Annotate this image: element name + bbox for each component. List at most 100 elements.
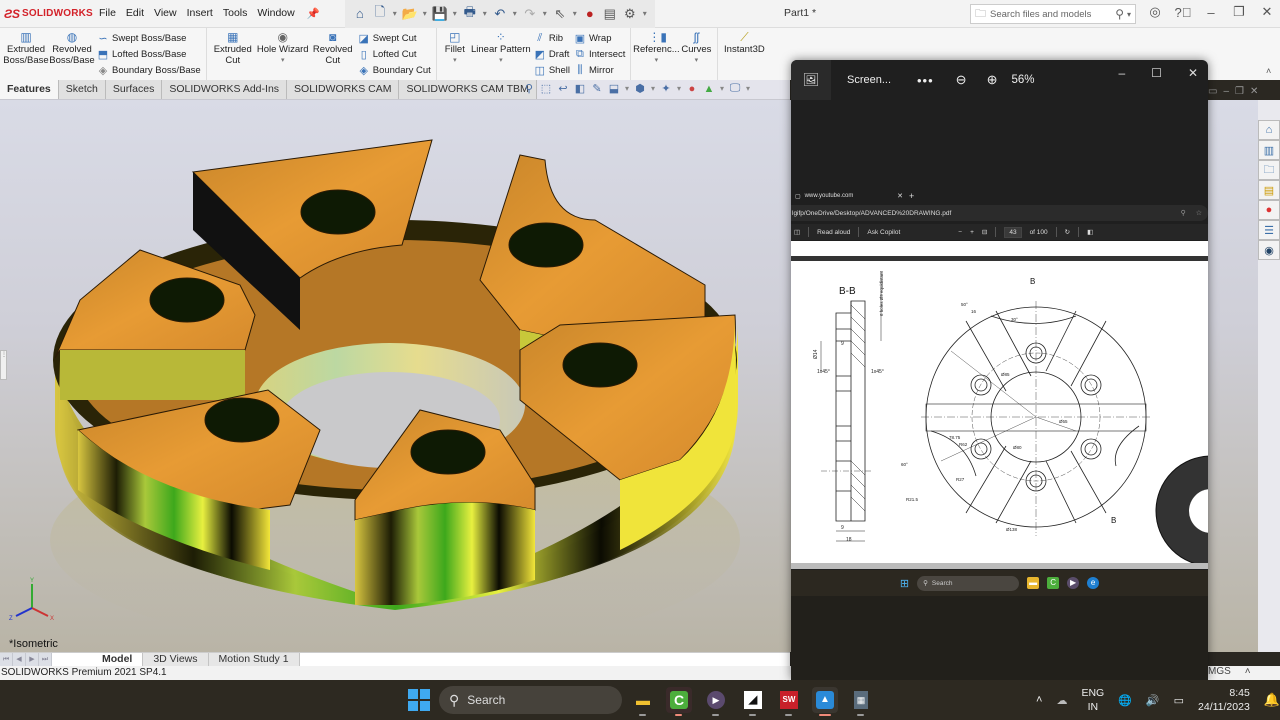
appearances-icon[interactable]: ● bbox=[1258, 200, 1280, 220]
new-document-icon[interactable]: 🗋 bbox=[371, 4, 389, 23]
view-orientation-icon[interactable]: ⬓ bbox=[607, 82, 621, 95]
show-hidden-icons[interactable]: ˄ bbox=[1036, 694, 1042, 706]
previous-view-icon[interactable]: ↩ bbox=[556, 82, 570, 95]
clock[interactable]: 8:45 24/11/2023 bbox=[1198, 686, 1250, 714]
file-explorer-taskbar-icon[interactable]: ▬ bbox=[630, 687, 656, 716]
zoom-to-area-icon[interactable]: ⬚ bbox=[539, 82, 553, 95]
search-files-input[interactable]: 🗀 Search files and models ⚲ ▾ bbox=[970, 4, 1136, 24]
zoom-level[interactable]: 56% bbox=[1011, 74, 1034, 86]
lofted-cut-button[interactable]: ▯ Lofted Cut bbox=[358, 47, 431, 62]
tab-model[interactable]: Model bbox=[92, 653, 144, 666]
solidworks-taskbar-icon[interactable]: SW bbox=[776, 687, 802, 716]
apply-scene-icon[interactable]: ▲ bbox=[702, 83, 716, 95]
view-palette-icon[interactable]: ▤ bbox=[1258, 180, 1280, 200]
view-settings-dropdown[interactable]: ▾ bbox=[745, 84, 751, 93]
display-style-icon[interactable]: ⬢ bbox=[633, 82, 647, 95]
onedrive-icon[interactable]: ☁ bbox=[1056, 694, 1067, 707]
start-button[interactable] bbox=[408, 689, 430, 711]
photos-minimize-icon[interactable]: – bbox=[1118, 66, 1125, 80]
document-minimize-icon[interactable]: – bbox=[1223, 86, 1229, 97]
tab-features[interactable]: Features bbox=[0, 80, 59, 99]
undo-icon[interactable]: ↶ bbox=[491, 5, 509, 23]
file-properties-icon[interactable]: ▤ bbox=[601, 5, 619, 23]
swept-boss-button[interactable]: ∽ Swept Boss/Base bbox=[97, 31, 201, 46]
reference-dropdown[interactable]: ▾ bbox=[655, 56, 659, 64]
network-icon[interactable]: 🌐 bbox=[1118, 694, 1132, 707]
solidworks-resources-icon[interactable]: ⌂ bbox=[1258, 120, 1280, 140]
tab-cam[interactable]: SOLIDWORKS CAM bbox=[287, 80, 400, 99]
boundary-cut-button[interactable]: ◈ Boundary Cut bbox=[358, 63, 431, 78]
curves-dropdown[interactable]: ▾ bbox=[695, 56, 699, 64]
open-icon[interactable]: 📂 bbox=[401, 5, 419, 23]
options-icon[interactable]: ⚙ bbox=[621, 5, 639, 23]
lofted-boss-button[interactable]: ⬒ Lofted Boss/Base bbox=[97, 47, 201, 62]
linear-pattern-dropdown[interactable]: ▾ bbox=[499, 56, 503, 64]
menu-file[interactable]: File bbox=[94, 7, 121, 20]
home-icon[interactable]: ⌂ bbox=[351, 5, 369, 23]
user-account-icon[interactable]: ◎ bbox=[1146, 4, 1164, 20]
battery-icon[interactable]: ▭ bbox=[1174, 694, 1184, 707]
photos-maximize-icon[interactable]: ☐ bbox=[1151, 66, 1162, 80]
section-view-icon[interactable]: ◧ bbox=[573, 82, 587, 95]
fillet-dropdown[interactable]: ▾ bbox=[453, 56, 457, 64]
zoom-out-icon[interactable]: ⊖ bbox=[956, 72, 967, 88]
boundary-boss-button[interactable]: ◈ Boundary Boss/Base bbox=[97, 63, 201, 78]
camtasia-taskbar-icon[interactable]: C bbox=[666, 687, 692, 716]
dynamic-annotation-icon[interactable]: ✎ bbox=[590, 82, 604, 95]
rib-button[interactable]: ⫽ Rib bbox=[534, 31, 570, 46]
print-icon[interactable]: 🖶 bbox=[461, 4, 479, 23]
scene-dropdown[interactable]: ▾ bbox=[719, 84, 725, 93]
mirror-button[interactable]: ⫼ Mirror bbox=[574, 63, 625, 78]
extruded-cut-button[interactable]: ▦ Extruded Cut bbox=[210, 28, 256, 80]
menu-view[interactable]: View bbox=[149, 7, 182, 20]
help-icon[interactable]: ?⃝ bbox=[1174, 5, 1192, 20]
document-panel-icon[interactable]: ▭ bbox=[1208, 86, 1217, 97]
tab-addins[interactable]: SOLIDWORKS Add-Ins bbox=[162, 80, 288, 99]
file-explorer-icon[interactable]: 🗀 bbox=[1258, 160, 1280, 180]
extruded-boss-button[interactable]: ▥ Extruded Boss/Base bbox=[3, 28, 49, 80]
curves-button[interactable]: ʃʃ Curves ▾ bbox=[678, 28, 714, 80]
select-dropdown[interactable]: ▾ bbox=[571, 9, 579, 18]
save-dropdown[interactable]: ▾ bbox=[451, 9, 459, 18]
photos-close-icon[interactable]: ✕ bbox=[1188, 66, 1198, 80]
menu-tools[interactable]: Tools bbox=[218, 7, 253, 20]
redo-icon[interactable]: ↷ bbox=[521, 5, 539, 23]
search-dropdown-icon[interactable]: ▾ bbox=[1127, 10, 1131, 19]
new-dropdown[interactable]: ▾ bbox=[391, 9, 399, 18]
volume-icon[interactable]: 🔊 bbox=[1146, 694, 1160, 707]
first-tab-icon[interactable]: ⏮ bbox=[0, 653, 13, 666]
tab-cam-tbm[interactable]: SOLIDWORKS CAM TBM bbox=[399, 80, 537, 99]
instant3d-button[interactable]: ⟋ Instant3D bbox=[721, 28, 767, 80]
restore-icon[interactable]: ❐ bbox=[1230, 4, 1248, 20]
design-library-icon[interactable]: ▥ bbox=[1258, 140, 1280, 160]
wrap-button[interactable]: ▣ Wrap bbox=[574, 31, 625, 46]
menu-edit[interactable]: Edit bbox=[121, 7, 149, 20]
minimize-icon[interactable]: – bbox=[1202, 5, 1220, 20]
options-dropdown[interactable]: ▾ bbox=[641, 9, 649, 18]
rebuild-icon[interactable]: ● bbox=[581, 5, 599, 23]
search-icon[interactable]: ⚲ bbox=[1115, 7, 1124, 21]
solidworks-forum-icon[interactable]: ◉ bbox=[1258, 240, 1280, 260]
draft-button[interactable]: ◩ Draft bbox=[534, 47, 570, 62]
intersect-button[interactable]: ⧉ Intersect bbox=[574, 47, 625, 62]
open-dropdown[interactable]: ▾ bbox=[421, 9, 429, 18]
edit-appearance-icon[interactable]: ● bbox=[685, 83, 699, 95]
last-tab-icon[interactable]: ⏭ bbox=[39, 653, 52, 666]
autodesk-taskbar-icon[interactable]: ◢ bbox=[740, 687, 766, 716]
tab-3d-views[interactable]: 3D Views bbox=[143, 653, 209, 666]
tab-sketch[interactable]: Sketch bbox=[58, 80, 106, 99]
revolved-cut-button[interactable]: ◙ Revolved Cut bbox=[310, 28, 356, 80]
view-settings-icon[interactable]: 🖵 bbox=[728, 82, 742, 95]
close-icon[interactable]: ✕ bbox=[1258, 4, 1276, 20]
tab-surfaces[interactable]: Surfaces bbox=[105, 80, 163, 99]
hole-wizard-button[interactable]: ◉ Hole Wizard ▾ bbox=[256, 28, 310, 80]
part-model[interactable] bbox=[0, 100, 790, 652]
taskbar-search[interactable]: ⚲ Search bbox=[439, 686, 622, 714]
media-player-taskbar-icon[interactable]: ▶ bbox=[703, 687, 729, 716]
zoom-to-fit-icon[interactable]: ⚲ bbox=[522, 82, 536, 95]
save-icon[interactable]: 💾 bbox=[431, 5, 449, 23]
prev-tab-icon[interactable]: ◀ bbox=[13, 653, 26, 666]
menu-window[interactable]: Window bbox=[252, 7, 299, 20]
pin-icon[interactable]: 📌 bbox=[302, 7, 325, 20]
reference-geometry-button[interactable]: ⋮▮ Referenc... ▾ bbox=[633, 28, 679, 80]
